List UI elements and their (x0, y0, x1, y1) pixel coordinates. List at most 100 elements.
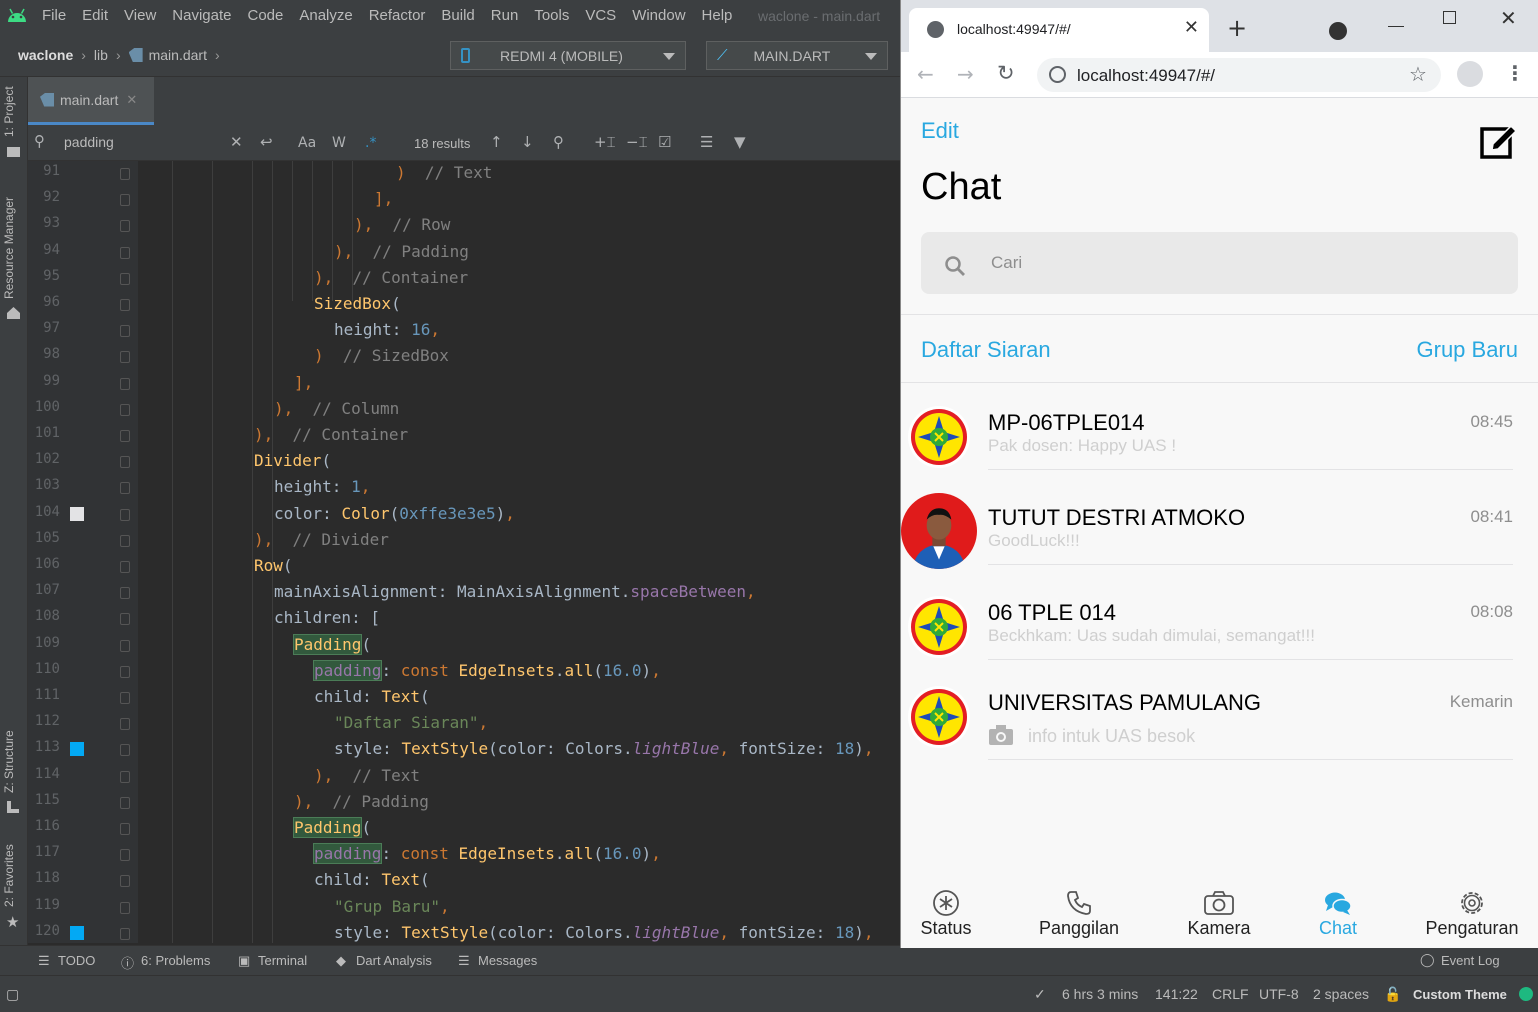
breadcrumb-project[interactable]: waclone (18, 47, 73, 63)
broadcast-list-link[interactable]: Daftar Siaran (921, 337, 1051, 363)
code-line[interactable]: ), // Padding (294, 792, 429, 811)
code-line[interactable]: ), // Divider (254, 530, 389, 549)
code-line[interactable]: SizedBox( (314, 294, 401, 313)
code-line[interactable]: ) // SizedBox (314, 346, 449, 365)
maximize-icon[interactable] (1443, 11, 1456, 24)
whole-words-toggle[interactable]: W (332, 135, 346, 151)
remove-occurrence-icon[interactable]: −⌶ (626, 133, 648, 151)
menu-item[interactable]: File (42, 7, 66, 24)
browser-tab[interactable]: localhost:49947/#/ ✕ (909, 8, 1209, 52)
compose-icon[interactable] (1479, 120, 1519, 160)
problems-tool-tab[interactable]: 6: Problems (141, 953, 210, 968)
indent-setting[interactable]: 2 spaces (1313, 986, 1369, 1002)
time-spent[interactable]: 6 hrs 3 mins (1062, 986, 1138, 1002)
device-selector[interactable]: REDMI 4 (MOBILE) (450, 41, 686, 70)
close-tab-icon[interactable]: ✕ (1184, 17, 1199, 38)
code-line[interactable]: Padding( (292, 817, 371, 838)
code-line[interactable]: "Daftar Siaran", (334, 713, 488, 732)
code-line[interactable]: ), // Text (314, 766, 420, 785)
code-line[interactable]: ], (294, 373, 313, 392)
code-line[interactable]: ), // Column (274, 399, 399, 418)
breadcrumb-file[interactable]: main.dart (149, 47, 207, 63)
messages-tool-tab[interactable]: Messages (478, 953, 537, 968)
code-area[interactable]: ) // Text],), // Row), // Padding), // C… (28, 161, 900, 943)
code-line[interactable]: Padding( (292, 633, 371, 655)
search-field[interactable]: Cari (921, 232, 1518, 294)
arrow-up-icon[interactable]: ↑ (490, 133, 503, 151)
resource-manager-tool-tab[interactable]: Resource Manager (2, 197, 16, 299)
breadcrumb-folder[interactable]: lib (94, 47, 108, 63)
replace-toggle-icon[interactable]: ↩ (260, 133, 273, 151)
code-line[interactable]: Row( (254, 556, 293, 575)
toggle-tool-windows-icon[interactable]: ▢ (6, 986, 19, 1003)
pin-icon[interactable]: ⚲ (553, 133, 564, 151)
lock-icon[interactable]: 🔓 (1384, 986, 1401, 1003)
chat-list-item[interactable]: UNIVERSITAS PAMULANG info intuk UAS besok… (901, 678, 1538, 768)
arrow-down-icon[interactable]: ↓ (521, 133, 534, 151)
theme-name[interactable]: Custom Theme (1413, 987, 1507, 1002)
tab-main-dart[interactable]: main.dart ✕ (28, 77, 154, 125)
forward-icon[interactable]: → (957, 62, 974, 86)
regex-toggle[interactable]: .* (365, 135, 376, 151)
code-line[interactable]: height: 16, (334, 320, 440, 339)
chat-list-item[interactable]: 06 TPLE 014 Beckhkam: Uas sudah dimulai, … (901, 588, 1538, 678)
close-window-icon[interactable]: ✕ (1500, 6, 1517, 30)
find-input[interactable]: padding (64, 134, 114, 150)
chat-list-item[interactable]: TUTUT DESTRI ATMOKO GoodLuck!!! 08:41 (901, 493, 1538, 583)
menu-item[interactable]: Navigate (172, 7, 231, 24)
more-menu-icon[interactable]: ⋮ (1505, 61, 1525, 85)
code-line[interactable]: "Grup Baru", (334, 897, 450, 916)
terminal-tool-tab[interactable]: Terminal (258, 953, 307, 968)
chat-list-item[interactable]: MP-06TPLE014 Pak dosen: Happy UAS ! 08:45 (901, 398, 1538, 488)
menu-item[interactable]: Edit (82, 7, 108, 24)
event-log-tool-tab[interactable]: Event Log (1441, 953, 1500, 968)
back-icon[interactable]: ← (917, 62, 934, 86)
code-line[interactable]: style: TextStyle(color: Colors.lightBlue… (334, 739, 873, 758)
menu-item[interactable]: Window (632, 7, 685, 24)
code-line[interactable]: mainAxisAlignment: MainAxisAlignment.spa… (274, 582, 756, 601)
code-line[interactable]: ), // Padding (334, 242, 469, 261)
menu-item[interactable]: Build (441, 7, 474, 24)
code-line[interactable]: color: Color(0xffe3e3e5), (274, 504, 515, 523)
bookmark-star-icon[interactable]: ☆ (1409, 62, 1427, 86)
edit-button[interactable]: Edit (921, 118, 959, 144)
code-line[interactable]: child: Text( (314, 870, 430, 889)
clear-icon[interactable]: ✕ (230, 133, 243, 151)
code-line[interactable]: Divider( (254, 451, 331, 470)
code-line[interactable]: ), // Container (314, 268, 468, 287)
add-occurrence-icon[interactable]: +⌶ (594, 133, 616, 151)
menu-item[interactable]: Run (491, 7, 519, 24)
match-case-toggle[interactable]: Aa (298, 135, 316, 151)
structure-tool-tab[interactable]: Z: Structure (2, 730, 16, 793)
close-icon[interactable]: ✕ (126, 92, 137, 108)
code-line[interactable]: child: Text( (314, 687, 430, 706)
project-tool-tab[interactable]: 1: Project (2, 86, 16, 137)
tab-search-icon[interactable] (1329, 22, 1347, 40)
filter-icon[interactable]: ▼ (734, 133, 746, 151)
new-group-link[interactable]: Grup Baru (1417, 337, 1519, 363)
select-all-occurrences-icon[interactable]: ☑ (658, 133, 671, 151)
caret-position[interactable]: 141:22 (1155, 986, 1198, 1002)
filter-options-icon[interactable]: ☰ (700, 133, 713, 151)
menu-item[interactable]: VCS (585, 7, 616, 24)
code-line[interactable]: height: 1, (274, 477, 370, 496)
todo-tool-tab[interactable]: TODO (58, 953, 95, 968)
menu-item[interactable]: Analyze (299, 7, 352, 24)
omnibox[interactable]: localhost:49947/#/ (1037, 58, 1441, 92)
menu-item[interactable]: Help (702, 7, 733, 24)
menu-item[interactable]: Refactor (369, 7, 426, 24)
dart-analysis-tool-tab[interactable]: Dart Analysis (356, 953, 432, 968)
new-tab-icon[interactable]: + (1227, 14, 1247, 42)
file-encoding[interactable]: UTF-8 (1259, 986, 1299, 1002)
profile-avatar-icon[interactable] (1457, 61, 1483, 87)
menu-item[interactable]: Tools (534, 7, 569, 24)
code-line[interactable]: ], (374, 189, 393, 208)
run-config-selector[interactable]: ⟋ MAIN.DART (706, 41, 888, 70)
code-line[interactable]: ), // Container (254, 425, 408, 444)
minimize-icon[interactable] (1388, 26, 1404, 27)
line-separator[interactable]: CRLF (1212, 986, 1249, 1002)
menu-item[interactable]: Code (247, 7, 283, 24)
reload-icon[interactable]: ↻ (997, 61, 1015, 85)
code-line[interactable]: ) // Text (396, 163, 492, 182)
code-line[interactable]: style: TextStyle(color: Colors.lightBlue… (334, 923, 873, 942)
